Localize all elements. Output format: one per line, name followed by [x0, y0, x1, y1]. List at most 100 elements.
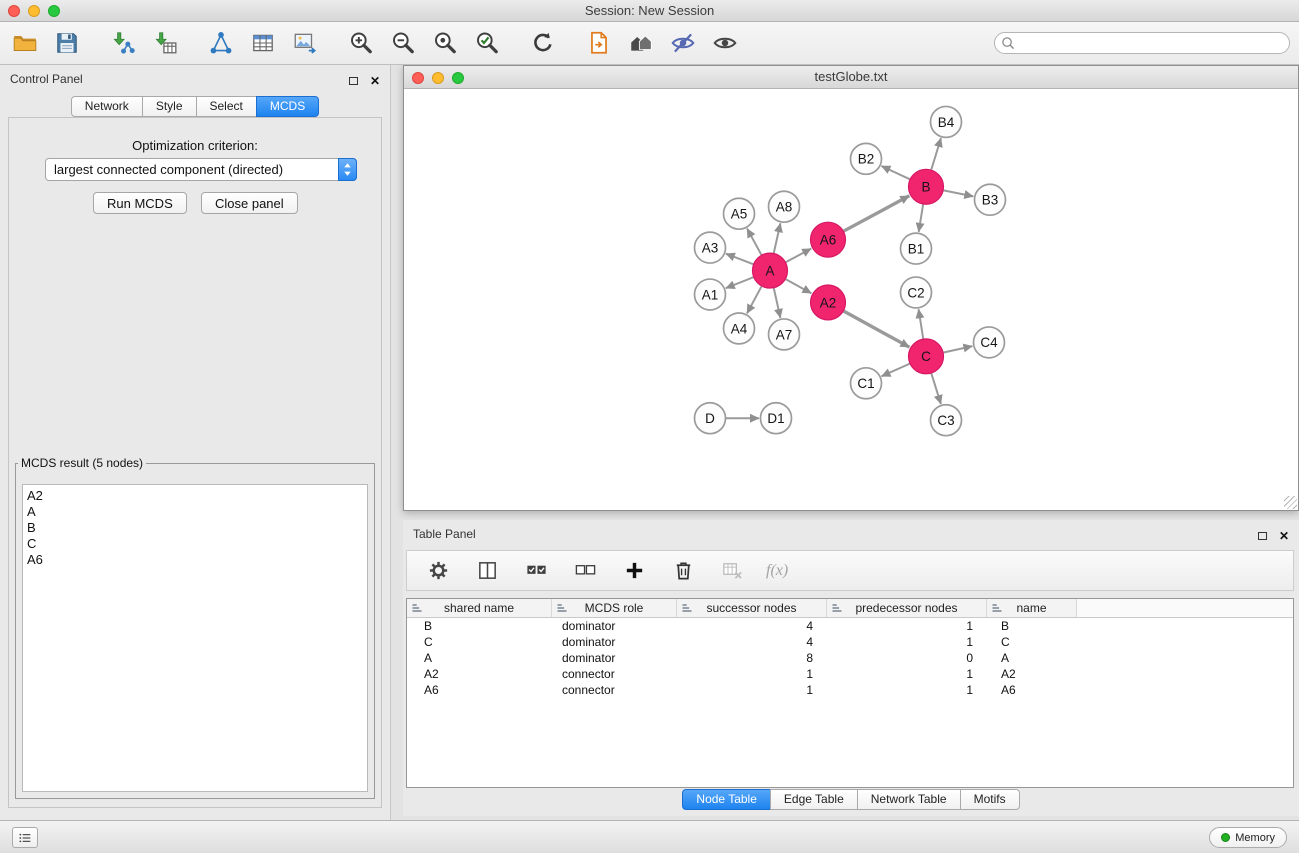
node-A4[interactable]: A4 — [724, 313, 755, 344]
open-session-button[interactable] — [10, 28, 40, 58]
search-box[interactable] — [994, 32, 1290, 54]
table-cell[interactable]: 1 — [827, 666, 987, 682]
edge-A-A4[interactable] — [747, 286, 762, 313]
tab-network[interactable]: Network — [71, 96, 143, 117]
node-A8[interactable]: A8 — [769, 191, 800, 222]
table-cell[interactable]: A — [987, 650, 1077, 666]
column-header-successor-nodes[interactable]: successor nodes — [677, 599, 827, 617]
edge-C-C3[interactable] — [931, 374, 941, 405]
node-B3[interactable]: B3 — [975, 184, 1006, 215]
close-panel-button[interactable]: Close panel — [201, 192, 298, 214]
node-A2[interactable]: A2 — [811, 285, 846, 320]
edge-A6-B[interactable] — [844, 196, 910, 231]
table-cell[interactable]: dominator — [552, 618, 677, 634]
edge-A-A5[interactable] — [747, 229, 761, 255]
close-table-panel-button[interactable]: ✕ — [1279, 531, 1289, 541]
network-canvas[interactable]: B4B2BB3A5A8A6B1A3AC2A1A2A4A7C4CC1C3DD1 — [404, 89, 1298, 510]
delete-table-button[interactable] — [717, 556, 747, 586]
table-cell[interactable]: 4 — [677, 634, 827, 650]
node-C2[interactable]: C2 — [901, 277, 932, 308]
node-C3[interactable]: C3 — [931, 405, 962, 436]
table-cell[interactable]: connector — [552, 682, 677, 698]
column-header-predecessor-nodes[interactable]: predecessor nodes — [827, 599, 987, 617]
add-column-button[interactable] — [619, 556, 649, 586]
edge-C-C1[interactable] — [882, 364, 910, 377]
node-D1[interactable]: D1 — [761, 403, 792, 434]
table-row[interactable]: A2connector11A2 — [407, 666, 1293, 682]
show-columns-button[interactable] — [472, 556, 502, 586]
table-row[interactable]: Cdominator41C — [407, 634, 1293, 650]
table-settings-button[interactable] — [423, 556, 453, 586]
table-cell[interactable]: 1 — [827, 682, 987, 698]
table-cell[interactable]: 1 — [677, 682, 827, 698]
edge-A-A2[interactable] — [786, 279, 812, 293]
home-button[interactable] — [626, 28, 656, 58]
mcds-result-item[interactable]: A6 — [27, 552, 367, 568]
edge-A-A3[interactable] — [726, 254, 753, 264]
edge-B-B3[interactable] — [944, 190, 974, 196]
mcds-result-list[interactable]: A2ABCA6 — [22, 484, 368, 792]
table-cell[interactable]: 1 — [827, 634, 987, 650]
edge-A2-C[interactable] — [844, 311, 910, 347]
table-cell[interactable]: A6 — [407, 682, 552, 698]
edge-B-B4[interactable] — [931, 138, 941, 170]
node-A7[interactable]: A7 — [769, 319, 800, 350]
show-all-button[interactable] — [710, 28, 740, 58]
edge-C-C4[interactable] — [944, 346, 973, 352]
edge-B-B2[interactable] — [881, 166, 909, 179]
float-control-panel-button[interactable] — [349, 72, 358, 90]
node-B4[interactable]: B4 — [931, 106, 962, 137]
table-cell[interactable]: 1 — [677, 666, 827, 682]
run-mcds-button[interactable]: Run MCDS — [93, 192, 187, 214]
zoom-reset-button[interactable] — [430, 28, 460, 58]
table-cell[interactable]: A — [407, 650, 552, 666]
new-table-button[interactable] — [248, 28, 278, 58]
node-A1[interactable]: A1 — [695, 279, 726, 310]
network-window-titlebar[interactable]: testGlobe.txt — [404, 66, 1298, 89]
node-C4[interactable]: C4 — [974, 327, 1005, 358]
table-row[interactable]: Adominator80A — [407, 650, 1293, 666]
new-network-button[interactable] — [206, 28, 236, 58]
memory-button[interactable]: Memory — [1209, 827, 1287, 848]
column-header-MCDS-role[interactable]: MCDS role — [552, 599, 677, 617]
edge-C-C2[interactable] — [919, 309, 924, 338]
search-input[interactable] — [1015, 34, 1289, 52]
table-cell[interactable]: dominator — [552, 634, 677, 650]
hide-selected-button[interactable] — [668, 28, 698, 58]
mcds-result-item[interactable]: A2 — [27, 488, 367, 504]
resize-grip[interactable] — [1284, 496, 1297, 509]
import-network-button[interactable] — [108, 28, 138, 58]
tab-mcds[interactable]: MCDS — [256, 96, 319, 117]
node-B[interactable]: B — [909, 169, 944, 204]
tab-node-table[interactable]: Node Table — [682, 789, 771, 810]
node-B2[interactable]: B2 — [851, 143, 882, 174]
refresh-button[interactable] — [528, 28, 558, 58]
function-builder-button[interactable]: f(x) — [766, 556, 788, 586]
delete-column-button[interactable] — [668, 556, 698, 586]
node-A5[interactable]: A5 — [724, 198, 755, 229]
zoom-in-button[interactable] — [346, 28, 376, 58]
table-cell[interactable]: C — [987, 634, 1077, 650]
task-history-button[interactable] — [12, 827, 38, 848]
mcds-result-item[interactable]: A — [27, 504, 367, 520]
table-cell[interactable]: A2 — [407, 666, 552, 682]
node-A6[interactable]: A6 — [811, 222, 846, 257]
close-control-panel-button[interactable]: ✕ — [370, 76, 380, 86]
mcds-result-item[interactable]: B — [27, 520, 367, 536]
edge-A-A7[interactable] — [774, 288, 781, 318]
tab-motifs[interactable]: Motifs — [960, 789, 1020, 810]
optimization-criterion-select[interactable]: largest connected component (directed) — [45, 158, 357, 181]
node-C1[interactable]: C1 — [851, 368, 882, 399]
save-session-button[interactable] — [52, 28, 82, 58]
column-header-name[interactable]: name — [987, 599, 1077, 617]
table-cell[interactable]: B — [987, 618, 1077, 634]
table-cell[interactable]: 8 — [677, 650, 827, 666]
column-header-shared-name[interactable]: shared name — [407, 599, 552, 617]
table-row[interactable]: A6connector11A6 — [407, 682, 1293, 698]
tab-select[interactable]: Select — [196, 96, 257, 117]
table-cell[interactable]: A6 — [987, 682, 1077, 698]
mcds-result-item[interactable]: C — [27, 536, 367, 552]
edge-B-B1[interactable] — [919, 205, 923, 232]
float-table-panel-button[interactable] — [1258, 527, 1267, 545]
node-B1[interactable]: B1 — [901, 233, 932, 264]
